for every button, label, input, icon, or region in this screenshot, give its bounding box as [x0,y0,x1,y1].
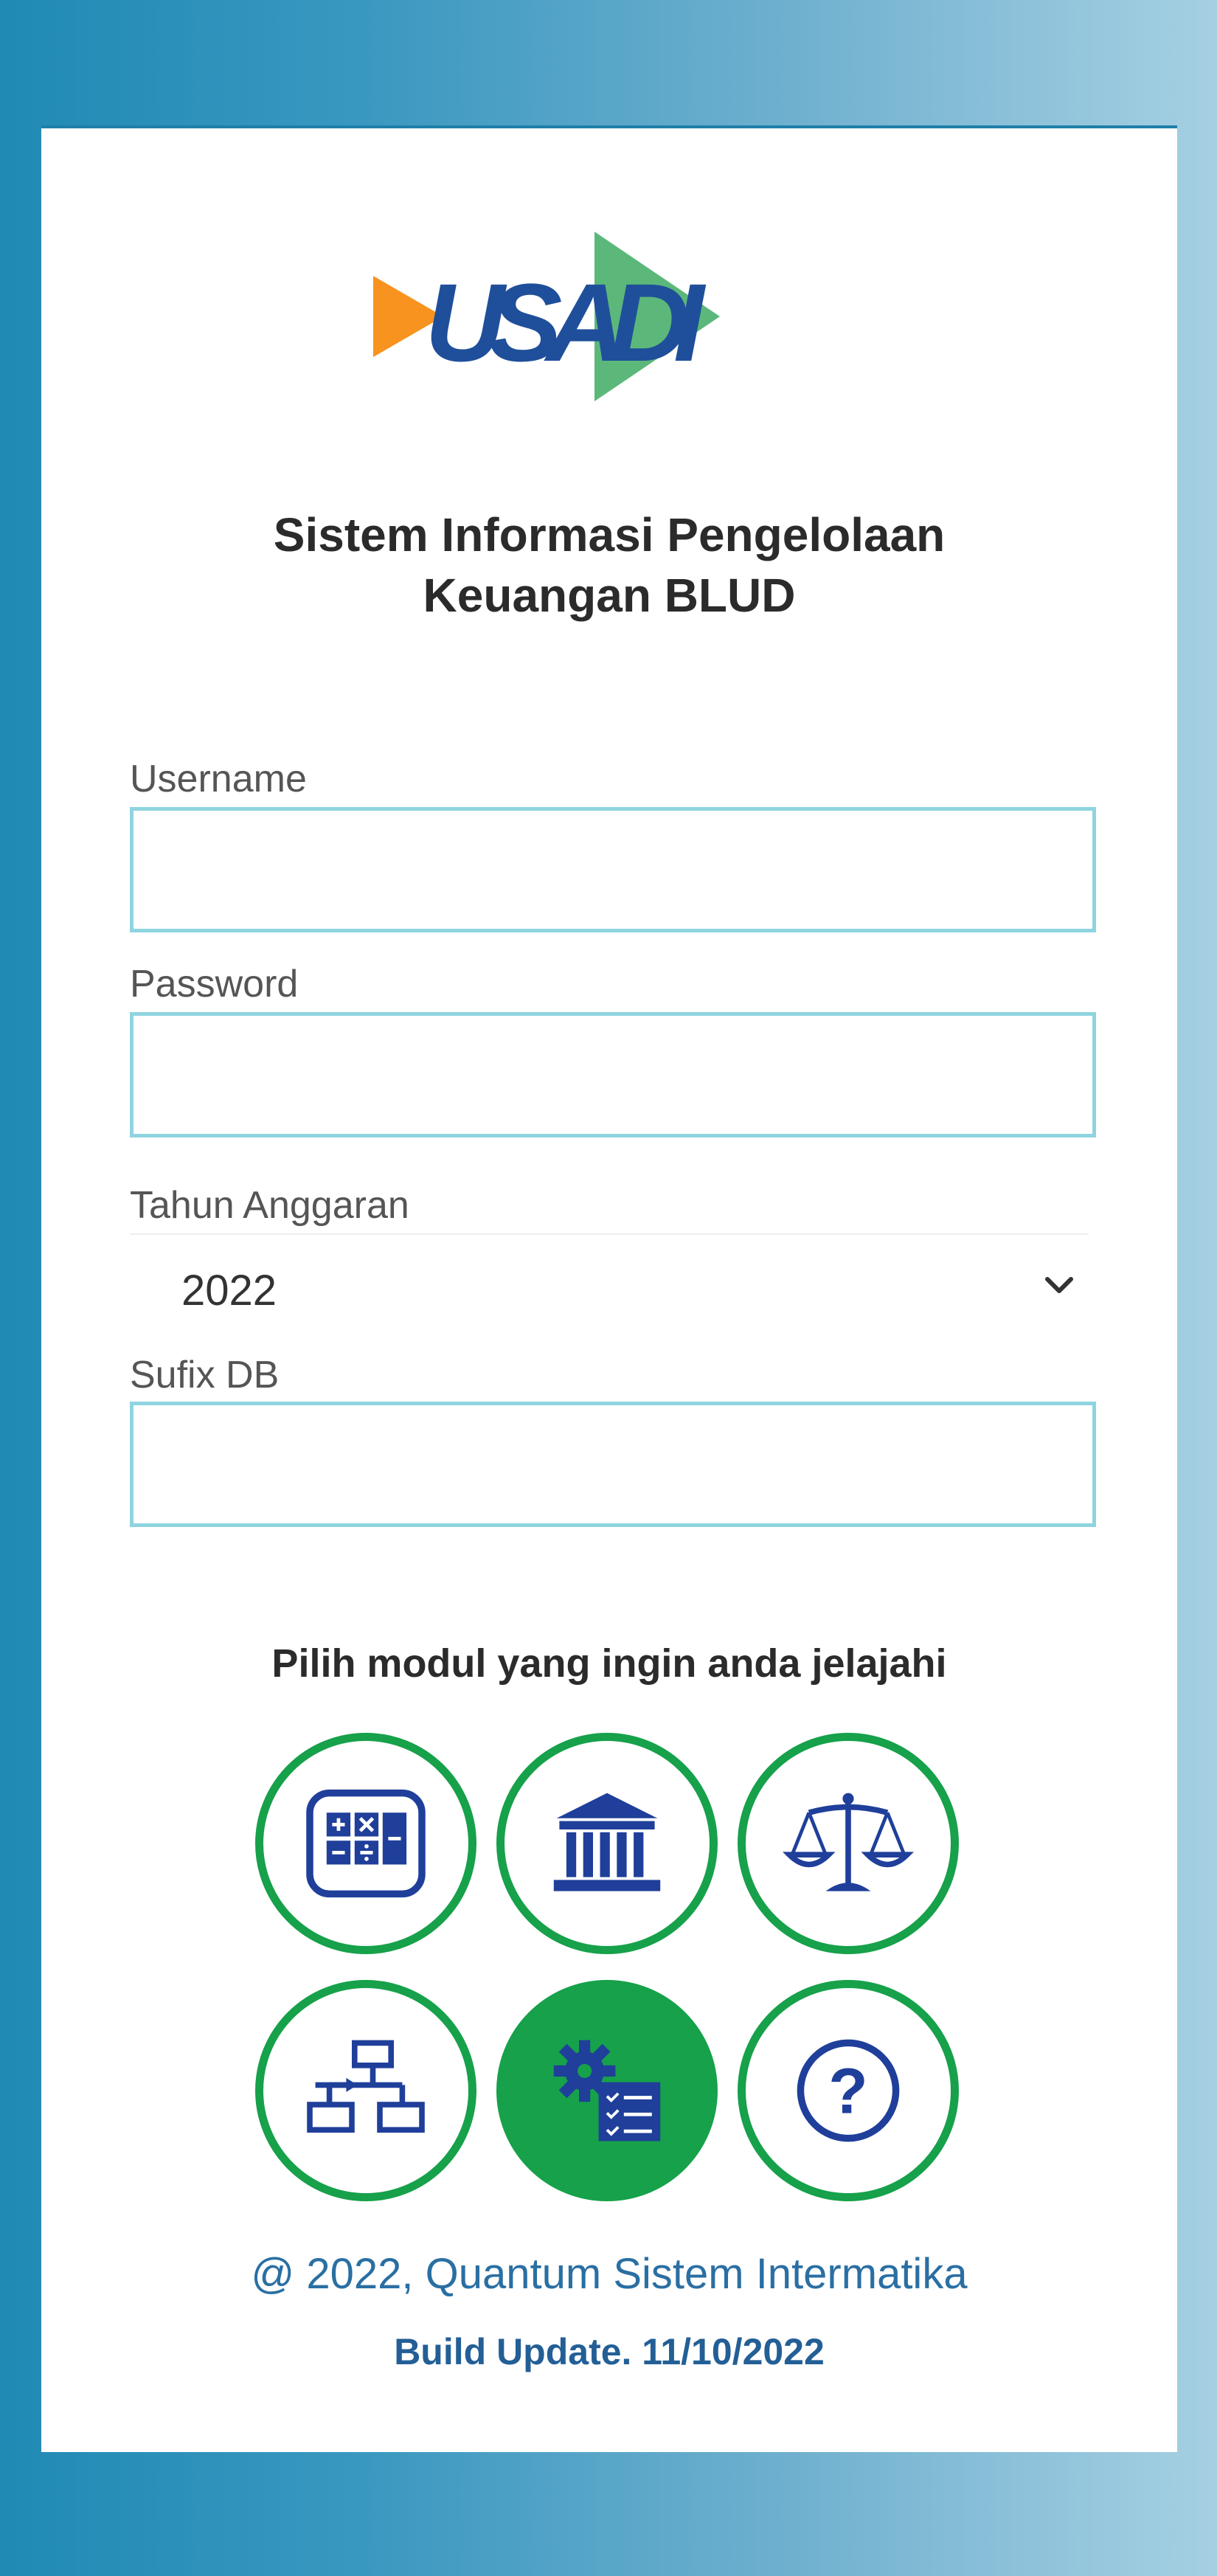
chevron-down-icon [1045,1277,1073,1293]
sufix-db-label: Sufix DB [130,1354,280,1396]
title-line-2: Keuangan BLUD [423,569,796,622]
help-question-icon: ? [797,2039,900,2142]
module-calculator-button[interactable] [255,1733,476,1954]
svg-text:?: ? [828,2054,867,2127]
module-bank-button[interactable] [496,1733,718,1954]
password-input[interactable] [130,1012,1096,1138]
build-update-text: Build Update. 11/10/2022 [394,2331,825,2372]
module-scale-button[interactable] [738,1733,959,1954]
login-card: USADI Sistem Informasi Pengelolaan Keuan… [41,125,1177,2452]
module-heading: Pilih modul yang ingin anda jelajahi [271,1641,947,1686]
sufix-db-input[interactable] [130,1402,1096,1527]
password-label: Password [130,963,299,1005]
username-input[interactable] [130,807,1096,932]
calculator-icon [306,1789,426,1898]
settings-checklist-icon [553,2040,661,2142]
balance-scale-icon [783,1793,914,1891]
module-flowchart-button[interactable] [255,1980,476,2201]
bank-building-icon [553,1793,661,1891]
svg-text:USADI: USADI [425,260,707,384]
title-line-1: Sistem Informasi Pengelolaan [273,508,946,561]
copyright-text: @ 2022, Quantum Sistem Intermatika [251,2250,968,2298]
tahun-anggaran-select[interactable]: 2022 [130,1242,1096,1338]
tahun-anggaran-label: Tahun Anggaran [130,1184,409,1227]
username-label: Username [130,758,307,800]
tahun-anggaran-value: 2022 [181,1267,277,1315]
flowchart-icon [307,2040,425,2133]
usadi-logo: USADI [373,232,786,401]
module-settings-button[interactable] [496,1980,718,2201]
module-help-button[interactable]: ? [738,1980,959,2201]
select-divider [130,1233,1089,1235]
app-title: Sistem Informasi Pengelolaan Keuangan BL… [41,505,1177,626]
